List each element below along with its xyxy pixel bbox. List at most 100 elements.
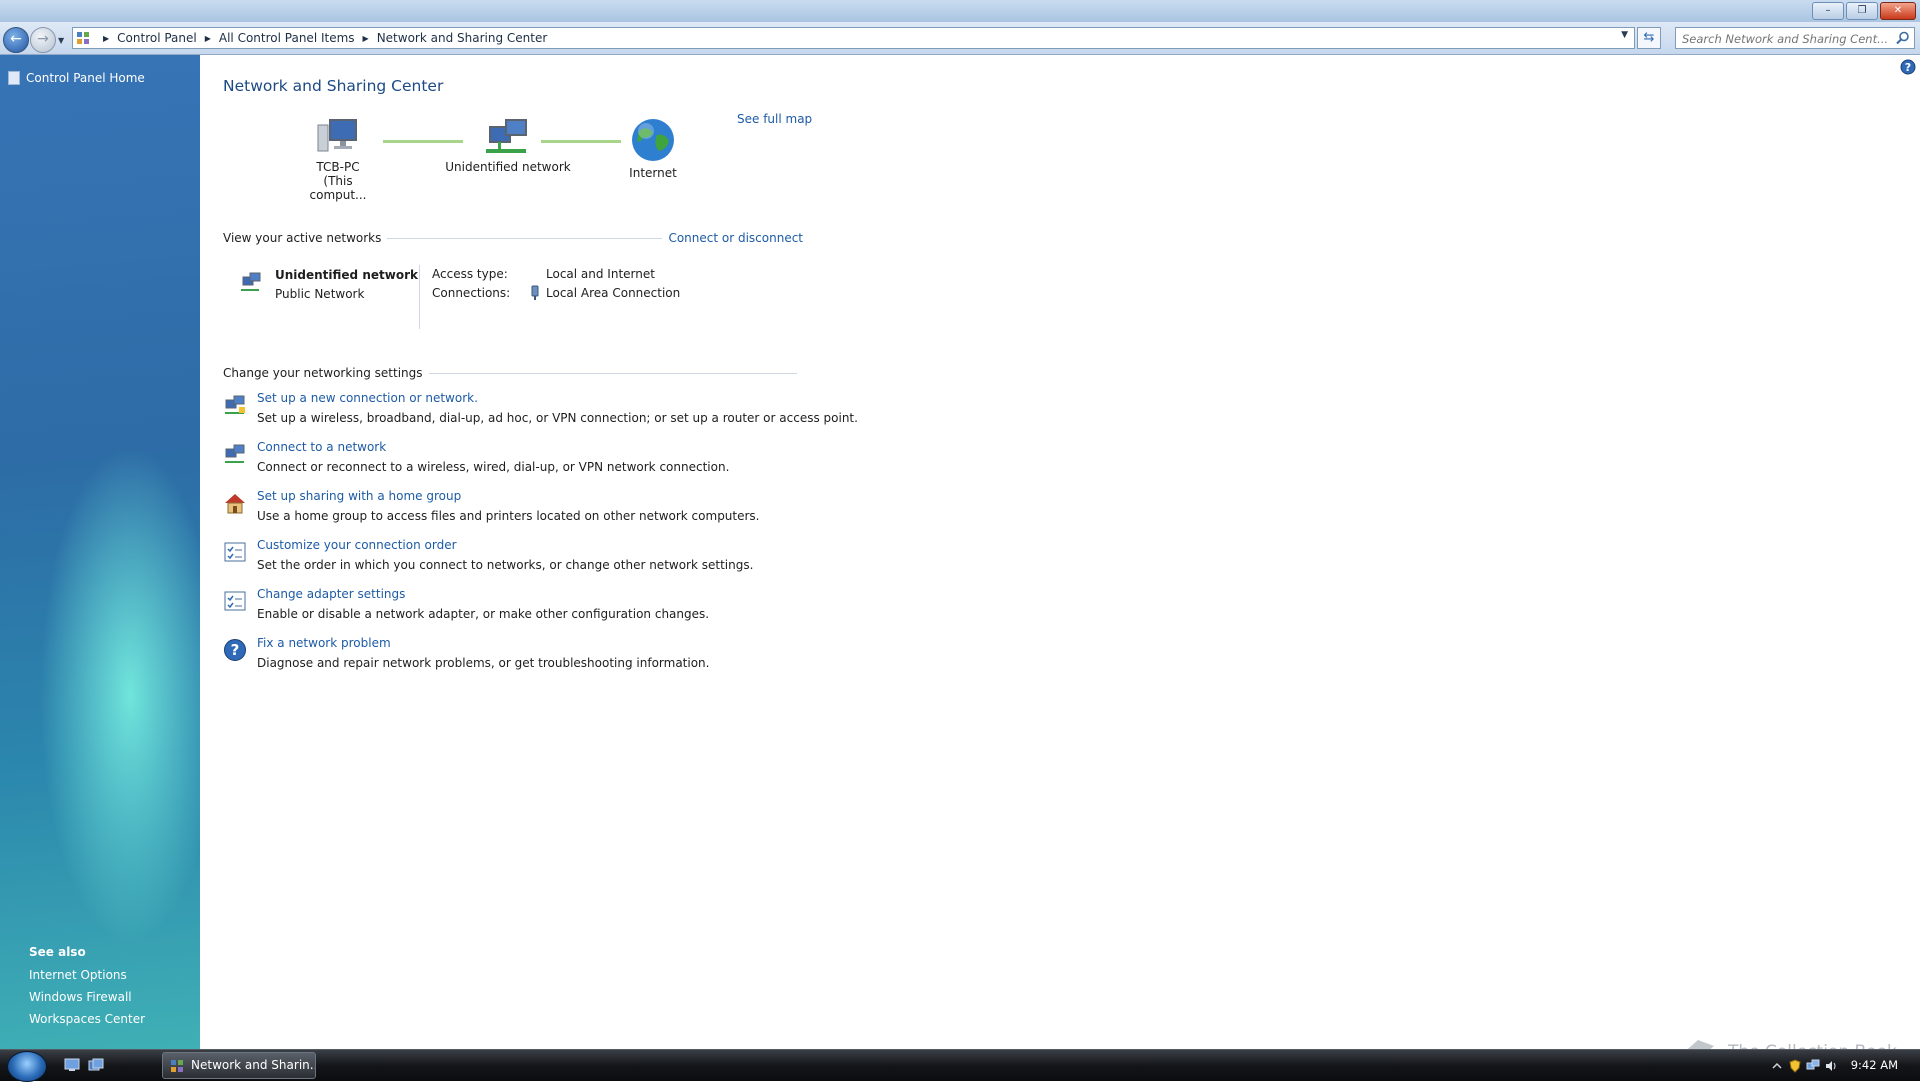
vertical-divider [419,265,420,329]
windows-firewall-link[interactable]: Windows Firewall [29,990,145,1004]
breadcrumb-separator-icon[interactable]: ▶ [363,34,369,43]
map-connection-line [541,140,621,143]
address-bar[interactable]: ▶ Control Panel ▶ All Control Panel Item… [72,27,1635,49]
control-panel-icon [77,32,89,44]
checklist-icon [224,542,246,562]
customize-connection-order-link[interactable]: Customize your connection order [257,538,457,552]
svg-text:?: ? [1905,61,1911,74]
show-hidden-icons-icon[interactable] [1770,1059,1784,1073]
refresh-button[interactable]: ⇆ [1637,27,1661,49]
breadcrumb-all-items[interactable]: All Control Panel Items [219,31,355,45]
customize-connection-order-desc: Set the order in which you connect to ne… [257,558,754,572]
help-icon[interactable]: ? [1900,59,1916,75]
breadcrumb: ▶ Control Panel ▶ All Control Panel Item… [95,31,547,45]
page-title: Network and Sharing Center [223,77,444,95]
search-input[interactable] [1680,29,1889,49]
system-tray: 9:42 AM [1770,1050,1920,1081]
see-also-title: See also [29,945,86,959]
computer-subtitle: (This comput... [309,174,367,202]
computer-name: TCB-PC [316,160,360,174]
connect-to-network-link[interactable]: Connect to a network [257,440,386,454]
control-panel-home-icon [8,71,20,85]
active-network-name: Unidentified network [275,268,418,282]
see-also-section: See also Internet Options Windows Firewa… [29,945,145,1034]
task-connection-order: Customize your connection order Set the … [223,538,843,578]
minimize-button[interactable]: – [1812,2,1844,20]
map-node-computer[interactable]: TCB-PC (This comput... [293,117,383,202]
change-adapter-settings-link[interactable]: Change adapter settings [257,587,405,601]
control-panel-icon [171,1060,183,1072]
home-group-icon [225,494,245,514]
connections-label: Connections: [432,286,511,300]
control-panel-home-label: Control Panel Home [26,71,145,85]
start-button[interactable] [7,1051,47,1082]
address-dropdown-icon[interactable]: ▼ [1621,30,1628,40]
home-group-sharing-desc: Use a home group to access files and pri… [257,509,760,523]
task-adapter-settings: Change adapter settings Enable or disabl… [223,587,843,627]
maximize-button[interactable]: ❐ [1846,2,1878,20]
task-new-connection: Set up a new connection or network. Set … [223,391,858,431]
volume-icon[interactable] [1824,1059,1838,1073]
taskbar: Network and Sharin... 9:42 AM [0,1049,1920,1082]
internet-options-link[interactable]: Internet Options [29,968,145,982]
network-tray-icon[interactable] [1806,1059,1820,1073]
recent-pages-dropdown-icon[interactable]: ▼ [58,36,64,45]
breadcrumb-control-panel[interactable]: Control Panel [117,31,197,45]
access-type-value: Local and Internet [546,267,655,281]
close-button[interactable]: ✕ [1880,2,1916,20]
map-node-network[interactable]: Unidentified network [445,117,571,174]
search-box[interactable] [1675,27,1915,49]
internet-label: Internet [629,166,677,180]
ethernet-connection-icon [531,285,539,300]
setup-new-connection-desc: Set up a wireless, broadband, dial-up, a… [257,411,858,425]
taskbar-clock[interactable]: 9:42 AM [1851,1058,1898,1072]
window-controls: – ❐ ✕ [1812,2,1916,20]
help-question-icon: ? [224,639,246,661]
main-content: Network and Sharing Center See full map … [223,55,1883,1045]
networking-settings-heading: Change your networking settings [223,366,423,380]
window-title-bar[interactable]: – ❐ ✕ [0,0,1920,22]
navigation-bar: ← → ▼ ▶ Control Panel ▶ All Control Pane… [0,22,1920,55]
control-panel-home-link[interactable]: Control Panel Home [8,71,145,85]
back-button[interactable]: ← [3,27,29,53]
breadcrumb-separator-icon[interactable]: ▶ [103,34,109,43]
workspaces-center-link[interactable]: Workspaces Center [29,1012,145,1026]
task-connect-network: Connect to a network Connect or reconnec… [223,440,843,480]
network-icon [241,272,261,291]
task-fix-problem: ? Fix a network problem Diagnose and rep… [223,636,843,676]
network-label: Unidentified network [445,160,571,174]
taskbar-network-sharing-button[interactable]: Network and Sharin... [162,1052,316,1079]
network-computers-icon [225,444,245,463]
change-adapter-settings-desc: Enable or disable a network adapter, or … [257,607,710,621]
sidebar: Control Panel Home See also Internet Opt… [0,55,200,1049]
map-node-internet[interactable]: Internet [613,117,693,180]
section-divider [428,372,797,374]
computer-icon [317,119,357,152]
taskbar-button-label: Network and Sharin... [191,1058,316,1072]
breadcrumb-separator-icon[interactable]: ▶ [205,34,211,43]
breadcrumb-network-sharing[interactable]: Network and Sharing Center [377,31,548,45]
active-network-type-link[interactable]: Public Network [275,287,364,301]
section-divider [387,237,663,239]
home-group-sharing-link[interactable]: Set up sharing with a home group [257,489,461,503]
globe-icon [632,119,674,161]
local-area-connection-link[interactable]: Local Area Connection [546,286,680,300]
task-home-group: Set up sharing with a home group Use a h… [223,489,843,529]
setup-new-connection-link[interactable]: Set up a new connection or network. [257,391,478,405]
fix-network-problem-link[interactable]: Fix a network problem [257,636,391,650]
network-icon [486,119,527,153]
connect-or-disconnect-link[interactable]: Connect or disconnect [668,231,803,245]
active-network-panel: Unidentified network Public Network Acce… [239,265,839,335]
network-map: TCB-PC (This comput... Unidentified netw… [293,117,913,207]
security-shield-icon[interactable] [1788,1059,1802,1073]
forward-button[interactable]: → [30,27,56,53]
active-networks-header: View your active networks Connect or dis… [223,231,803,245]
active-networks-heading: View your active networks [223,231,382,245]
checklist-icon [224,591,246,611]
svg-text:?: ? [231,641,240,659]
switch-windows-icon[interactable] [88,1058,104,1072]
search-icon[interactable] [1895,30,1911,46]
networking-settings-header: Change your networking settings [223,366,803,380]
show-desktop-icon[interactable] [64,1058,80,1072]
access-type-label: Access type: [432,267,508,281]
